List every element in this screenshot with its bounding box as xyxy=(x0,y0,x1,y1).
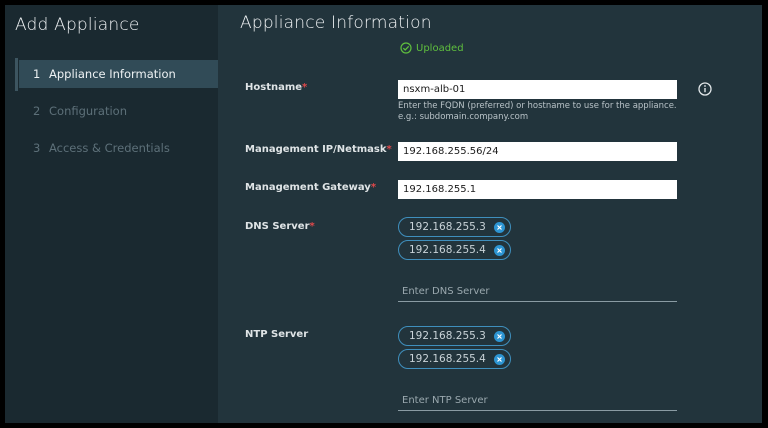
dns-server-chip: 192.168.255.4 xyxy=(398,240,511,260)
hostname-label-text: Hostname xyxy=(245,82,303,93)
hostname-help-example: e.g.: subdomain.company.com xyxy=(398,111,529,122)
management-gateway-label: Management Gateway* xyxy=(245,182,376,193)
remove-chip-icon[interactable] xyxy=(493,244,505,256)
hostname-help-text: Enter the FQDN (preferred) or hostname t… xyxy=(398,101,698,122)
required-marker: * xyxy=(370,182,377,193)
step-access-credentials[interactable]: 3 Access & Credentials xyxy=(19,134,218,162)
dns-server-chip: 192.168.255.3 xyxy=(398,217,511,237)
chip-value: 192.168.255.3 xyxy=(409,221,486,233)
step-number: 1 xyxy=(33,67,41,81)
upload-status-text: Uploaded xyxy=(416,42,464,54)
management-gateway-input[interactable] xyxy=(398,180,677,199)
required-marker: * xyxy=(386,144,392,155)
required-marker: * xyxy=(302,82,308,93)
upload-status: Uploaded xyxy=(400,42,464,54)
step-label: Configuration xyxy=(49,104,127,118)
step-number: 2 xyxy=(33,104,41,118)
ntp-server-label-text: NTP Server xyxy=(245,329,309,340)
step-appliance-information[interactable]: 1 Appliance Information xyxy=(19,60,218,88)
step-indicator-track xyxy=(15,58,18,91)
ntp-server-label: NTP Server xyxy=(245,329,308,340)
ntp-server-input[interactable] xyxy=(398,391,677,411)
hostname-help-line: Enter the FQDN (preferred) or hostname t… xyxy=(398,101,677,111)
appliance-info-form: Appliance Information Uploaded Hostname*… xyxy=(218,5,762,423)
remove-chip-icon[interactable] xyxy=(493,221,505,233)
info-icon[interactable] xyxy=(698,81,712,100)
remove-chip-icon[interactable] xyxy=(493,330,505,342)
management-ip-label: Management IP/Netmask* xyxy=(245,144,392,155)
dns-server-input[interactable] xyxy=(398,282,677,302)
wizard-title: Add Appliance xyxy=(15,15,140,35)
ntp-server-chip: 192.168.255.4 xyxy=(398,349,511,369)
step-number: 3 xyxy=(33,141,41,155)
management-gateway-label-text: Management Gateway xyxy=(245,182,371,193)
chip-value: 192.168.255.4 xyxy=(409,353,486,365)
step-configuration[interactable]: 2 Configuration xyxy=(19,97,218,125)
check-circle-icon xyxy=(400,42,412,54)
chip-value: 192.168.255.3 xyxy=(409,330,486,342)
remove-chip-icon[interactable] xyxy=(493,353,505,365)
step-label: Access & Credentials xyxy=(49,141,170,155)
dns-server-label: DNS Server* xyxy=(245,221,315,232)
management-ip-label-text: Management IP/Netmask xyxy=(245,144,387,155)
ntp-server-chip: 192.168.255.3 xyxy=(398,326,511,346)
management-ip-input[interactable] xyxy=(398,142,677,161)
page-title: Appliance Information xyxy=(240,13,432,33)
required-marker: * xyxy=(309,221,315,232)
hostname-label: Hostname* xyxy=(245,82,307,93)
add-appliance-wizard: Add Appliance 1 Appliance Information 2 … xyxy=(5,5,762,423)
wizard-sidebar: Add Appliance 1 Appliance Information 2 … xyxy=(5,5,218,423)
dns-server-label-text: DNS Server xyxy=(245,221,310,232)
step-label: Appliance Information xyxy=(49,67,176,81)
chip-value: 192.168.255.4 xyxy=(409,244,486,256)
hostname-input[interactable] xyxy=(398,80,677,99)
